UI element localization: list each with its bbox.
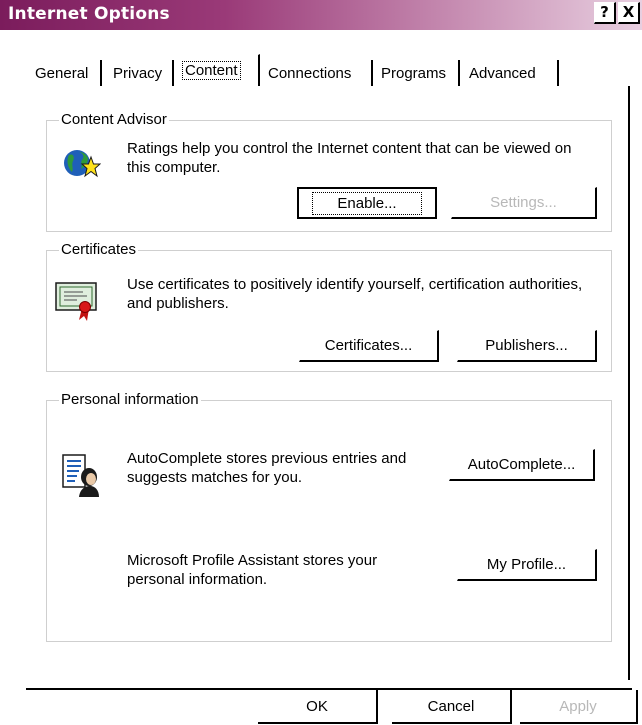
- my-profile-button-label: My Profile...: [486, 556, 567, 573]
- publishers-button-label: Publishers...: [485, 337, 568, 354]
- help-button[interactable]: ?: [594, 2, 616, 24]
- tab-privacy[interactable]: Privacy: [108, 60, 174, 86]
- help-icon: ?: [600, 3, 609, 21]
- certificates-group: Certificates Use certificates to positiv…: [46, 241, 612, 372]
- autocomplete-description: AutoComplete stores previous entries and…: [127, 450, 407, 486]
- tab-label: Connections: [268, 64, 352, 82]
- content-advisor-description: Ratings help you control the Internet co…: [127, 140, 572, 176]
- apply-button-label: Apply: [559, 697, 597, 715]
- panel-right-edge: [627, 86, 630, 680]
- globe-star-icon: [61, 143, 102, 183]
- certificate-icon: [55, 278, 99, 322]
- tab-content[interactable]: Content: [177, 54, 260, 86]
- cancel-button-label: Cancel: [427, 697, 475, 715]
- apply-button[interactable]: Apply: [520, 690, 638, 724]
- tab-connections[interactable]: Connections: [263, 60, 373, 86]
- settings-button[interactable]: Settings...: [451, 187, 597, 219]
- personal-information-heading: Personal information: [59, 391, 201, 409]
- close-icon: X: [622, 3, 635, 21]
- tab-advanced[interactable]: Advanced: [464, 60, 559, 86]
- profile-assistant-description: Microsoft Profile Assistant stores your …: [127, 552, 378, 588]
- my-profile-button[interactable]: My Profile...: [457, 549, 597, 581]
- content-advisor-group: Content Advisor Ratings help you control…: [46, 111, 612, 232]
- ok-button[interactable]: OK: [258, 690, 378, 724]
- ok-button-label: OK: [306, 697, 328, 715]
- title-bar: Internet Options ? X: [0, 0, 642, 30]
- tab-general[interactable]: General: [30, 60, 102, 86]
- tab-label: Programs: [381, 64, 447, 82]
- certificates-heading: Certificates: [59, 241, 139, 259]
- cancel-button[interactable]: Cancel: [392, 690, 512, 724]
- document-person-icon: [61, 453, 101, 497]
- tab-label: Advanced: [469, 64, 536, 82]
- enable-button-label: Enable...: [312, 191, 422, 215]
- tab-label: General: [35, 64, 89, 82]
- autocomplete-button[interactable]: AutoComplete...: [449, 449, 595, 481]
- content-advisor-heading: Content Advisor: [59, 111, 169, 129]
- certificates-button[interactable]: Certificates...: [299, 330, 439, 362]
- enable-button[interactable]: Enable...: [297, 187, 437, 219]
- personal-information-group: Personal information AutoComplete stores…: [46, 391, 612, 642]
- autocomplete-button-label: AutoComplete...: [467, 456, 576, 473]
- publishers-button[interactable]: Publishers...: [457, 330, 597, 362]
- settings-button-label: Settings...: [490, 194, 557, 211]
- window-title: Internet Options: [8, 4, 170, 24]
- tab-strip: General Privacy Content Connections Prog…: [0, 54, 642, 86]
- tab-label: Privacy: [113, 64, 163, 82]
- tab-programs[interactable]: Programs: [376, 60, 460, 86]
- certificates-button-label: Certificates...: [324, 337, 413, 354]
- certificates-description: Use certificates to positively identify …: [127, 276, 583, 312]
- tab-label: Content: [182, 61, 241, 80]
- close-button[interactable]: X: [618, 2, 640, 24]
